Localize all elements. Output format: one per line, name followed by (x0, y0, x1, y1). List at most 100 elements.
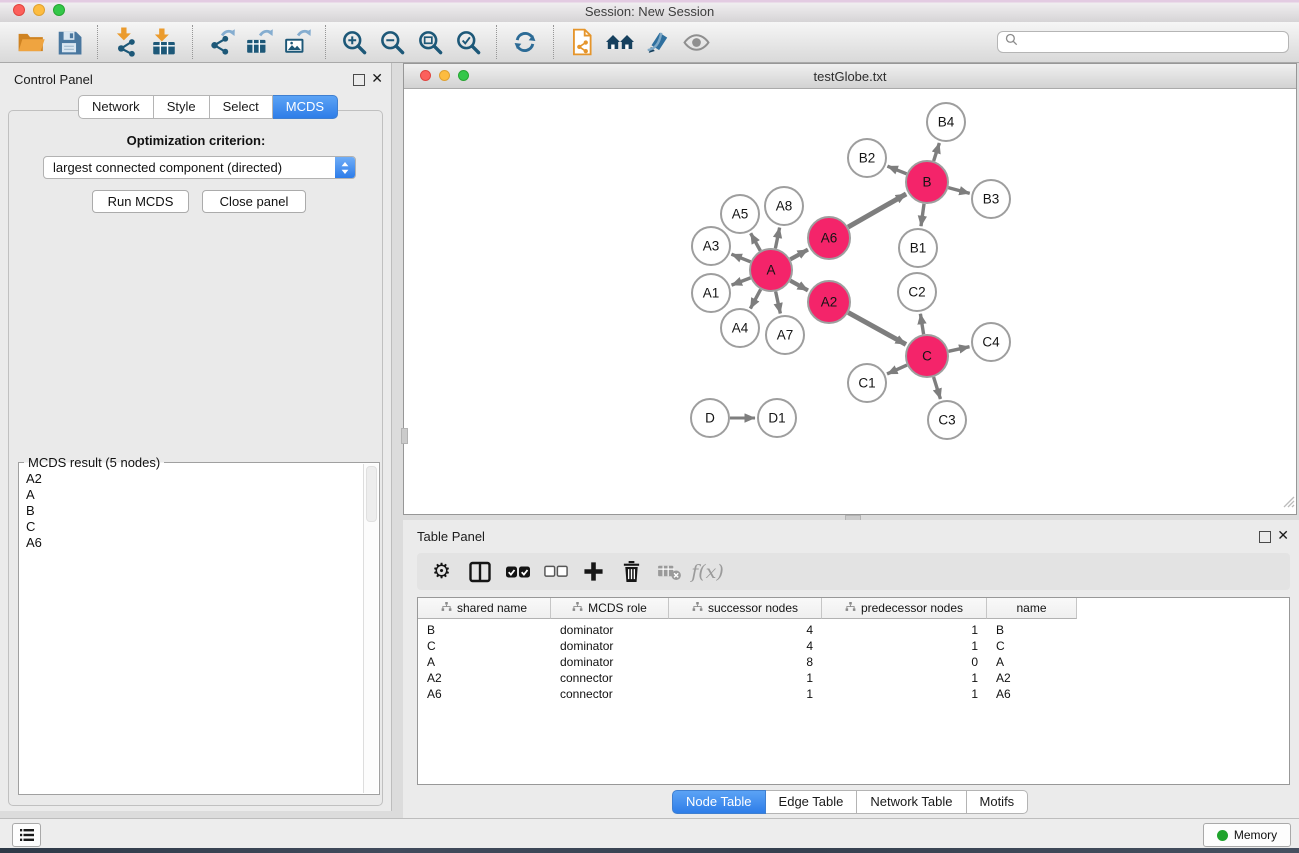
search-box[interactable] (997, 31, 1289, 53)
search-input[interactable] (1023, 34, 1288, 50)
table-cell[interactable]: 0 (822, 655, 987, 669)
column-header-MCDS-role[interactable]: MCDS role (551, 598, 669, 619)
table-row[interactable]: Adominator80A (418, 654, 1289, 670)
mcds-result-list[interactable]: A2ABCA6 (21, 471, 361, 792)
edge-A-A1[interactable] (732, 278, 751, 285)
open-file-icon[interactable] (14, 25, 48, 59)
table-cell[interactable]: A (987, 655, 1077, 669)
edge-A2-C[interactable] (848, 313, 906, 345)
table-cell[interactable]: dominator (551, 639, 669, 653)
edge-C-C1[interactable] (887, 365, 907, 374)
table-cell[interactable]: 1 (822, 687, 987, 701)
mcds-result-item[interactable]: A6 (21, 535, 361, 551)
vertical-splitter-handle[interactable] (401, 428, 408, 444)
table-row[interactable]: A6connector11A6 (418, 686, 1289, 702)
select-all-icon[interactable] (502, 556, 533, 587)
column-header-shared-name[interactable]: shared name (418, 598, 551, 619)
result-scrollbar[interactable] (363, 464, 378, 793)
table-cell[interactable]: A6 (987, 687, 1077, 701)
edge-C-C3[interactable] (934, 377, 941, 399)
table-cell[interactable]: A2 (418, 671, 551, 685)
column-header-predecessor-nodes[interactable]: predecessor nodes (822, 598, 987, 619)
table-cell[interactable]: 1 (669, 671, 822, 685)
add-column-icon[interactable] (578, 556, 609, 587)
home-icon[interactable] (603, 25, 637, 59)
delete-table-icon[interactable] (654, 556, 685, 587)
table-row[interactable]: A2connector11A2 (418, 670, 1289, 686)
tab-motifs[interactable]: Motifs (967, 790, 1029, 814)
export-table-icon[interactable] (242, 25, 276, 59)
edge-C-C2[interactable] (920, 314, 923, 335)
zoom-selected-icon[interactable] (451, 25, 485, 59)
network-graph[interactable]: B4B2BB3A5A8A6B1A3AC2A1A2A4A7C4CC1C3DD1 (404, 89, 1296, 514)
zoom-in-icon[interactable] (337, 25, 371, 59)
table-cell[interactable]: 4 (669, 639, 822, 653)
table-cell[interactable]: 1 (669, 687, 822, 701)
import-table-icon[interactable] (147, 25, 181, 59)
deselect-all-icon[interactable] (540, 556, 571, 587)
run-mcds-button[interactable]: Run MCDS (92, 190, 189, 213)
function-builder-icon[interactable]: f(x) (692, 556, 723, 587)
tab-select[interactable]: Select (210, 95, 273, 119)
tab-edge-table[interactable]: Edge Table (766, 790, 858, 814)
export-network-icon[interactable] (204, 25, 238, 59)
float-panel-icon[interactable] (353, 74, 365, 86)
column-header-successor-nodes[interactable]: successor nodes (669, 598, 822, 619)
task-history-button[interactable] (12, 823, 41, 847)
table-cell[interactable]: C (418, 639, 551, 653)
save-session-icon[interactable] (52, 25, 86, 59)
table-cell[interactable]: connector (551, 671, 669, 685)
table-cell[interactable]: C (987, 639, 1077, 653)
edge-A-A6[interactable] (790, 250, 808, 260)
table-cell[interactable]: 1 (822, 623, 987, 637)
table-cell[interactable]: dominator (551, 623, 669, 637)
table-cell[interactable]: B (418, 623, 551, 637)
resize-grip-icon[interactable] (1282, 495, 1295, 513)
tab-mcds[interactable]: MCDS (273, 95, 338, 119)
optimization-criterion-select[interactable]: largest connected component (directed) (43, 156, 356, 179)
zoom-out-icon[interactable] (375, 25, 409, 59)
close-panel-button[interactable]: Close panel (202, 190, 306, 213)
float-table-panel-icon[interactable] (1259, 531, 1271, 543)
edge-A-A3[interactable] (731, 254, 750, 262)
table-cell[interactable]: dominator (551, 655, 669, 669)
edge-A-A2[interactable] (790, 281, 808, 291)
mcds-result-item[interactable]: A (21, 487, 361, 503)
table-cell[interactable]: connector (551, 687, 669, 701)
network-canvas[interactable]: B4B2BB3A5A8A6B1A3AC2A1A2A4A7C4CC1C3DD1 (404, 89, 1296, 514)
table-cell[interactable]: A2 (987, 671, 1077, 685)
edge-B-B1[interactable] (921, 204, 924, 226)
edge-A6-B[interactable] (848, 194, 906, 227)
new-network-from-selection-icon[interactable] (565, 25, 599, 59)
column-layout-icon[interactable] (464, 556, 495, 587)
edge-B-B2[interactable] (887, 166, 906, 174)
edge-A-A4[interactable] (750, 289, 760, 308)
edge-A-A5[interactable] (751, 233, 761, 251)
tab-style[interactable]: Style (154, 95, 210, 119)
edge-C-C4[interactable] (948, 347, 969, 352)
mcds-result-item[interactable]: B (21, 503, 361, 519)
tab-node-table[interactable]: Node Table (672, 790, 766, 814)
edge-A-A7[interactable] (776, 292, 781, 314)
edge-A-A8[interactable] (775, 228, 779, 249)
table-cell[interactable]: A (418, 655, 551, 669)
table-settings-icon[interactable]: ⚙ (426, 556, 457, 587)
table-cell[interactable]: 1 (822, 671, 987, 685)
mcds-result-item[interactable]: A2 (21, 471, 361, 487)
close-table-panel-icon[interactable]: ✕ (1277, 526, 1289, 544)
tab-network-table[interactable]: Network Table (857, 790, 966, 814)
zoom-fit-icon[interactable] (413, 25, 447, 59)
import-network-icon[interactable] (109, 25, 143, 59)
export-image-icon[interactable] (280, 25, 314, 59)
table-cell[interactable]: 8 (669, 655, 822, 669)
table-row[interactable]: Bdominator41B (418, 622, 1289, 638)
edge-B-B4[interactable] (934, 143, 940, 161)
network-window-titlebar[interactable]: testGlobe.txt (404, 64, 1296, 89)
edge-B-B3[interactable] (948, 188, 969, 194)
table-cell[interactable]: 1 (822, 639, 987, 653)
hide-annotations-icon[interactable] (641, 25, 675, 59)
show-hide-details-icon[interactable] (679, 25, 713, 59)
table-row[interactable]: Cdominator41C (418, 638, 1289, 654)
result-scrollbar-thumb[interactable] (366, 466, 377, 522)
tab-network[interactable]: Network (78, 95, 154, 119)
